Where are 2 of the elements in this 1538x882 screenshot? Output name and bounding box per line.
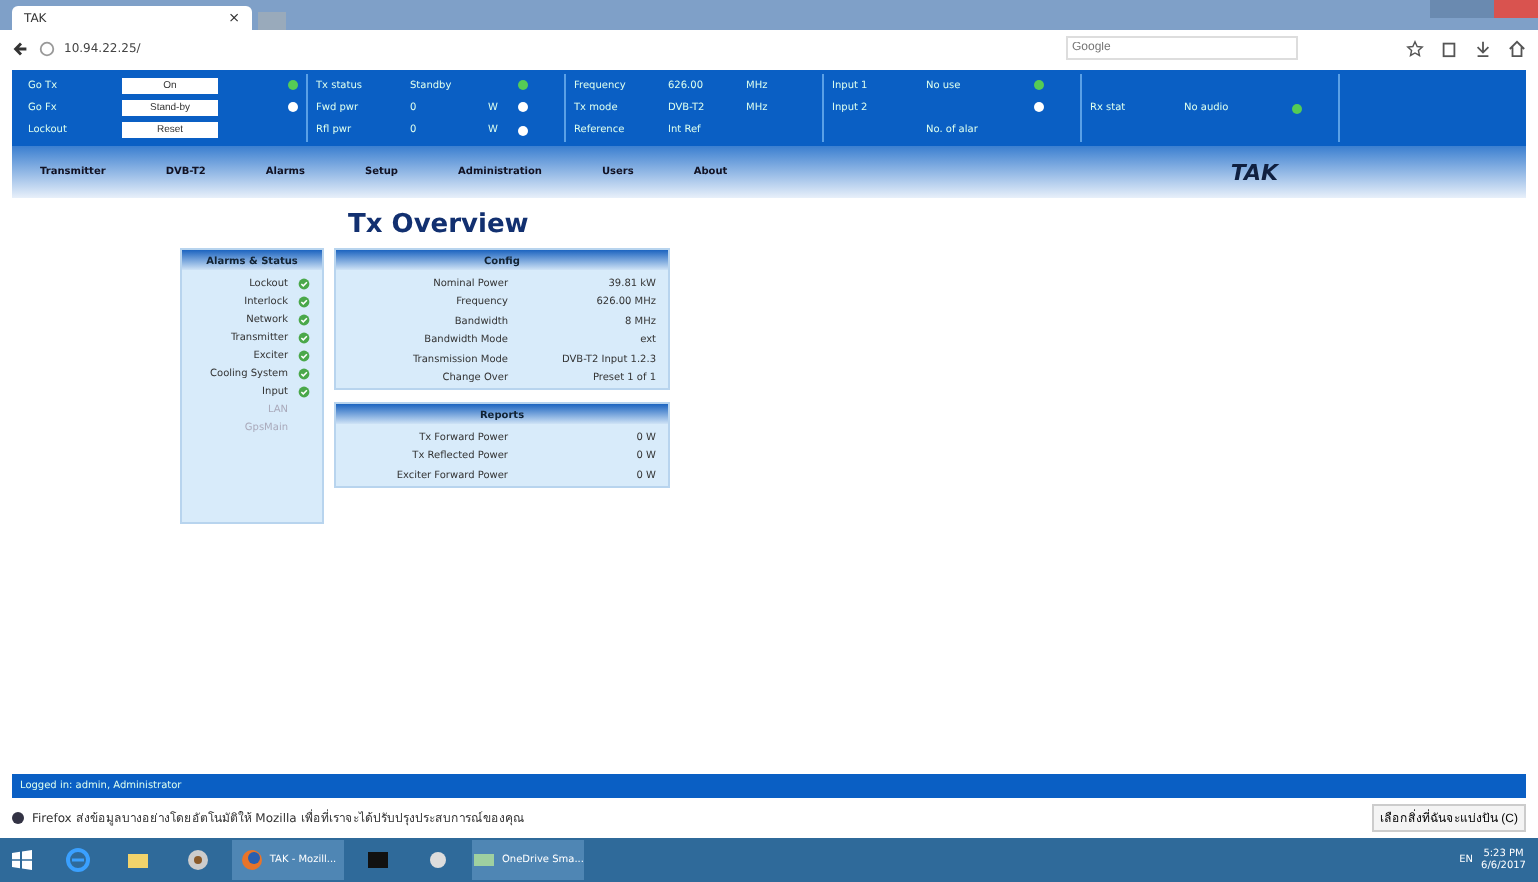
logo: TAK [1230,159,1278,185]
page-title: Tx Overview [348,210,529,240]
